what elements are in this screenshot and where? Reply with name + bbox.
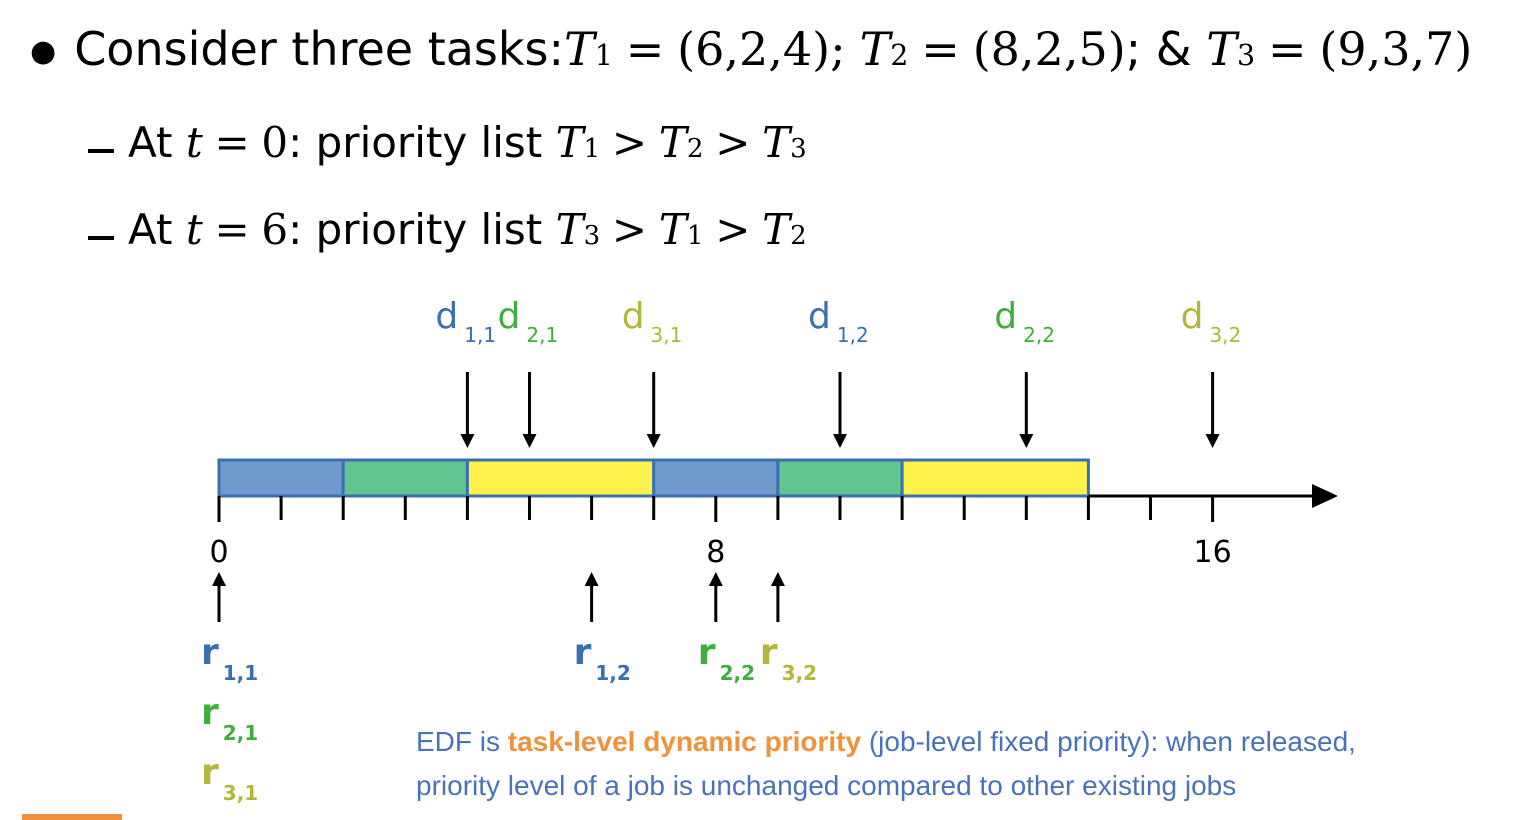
- edf-note: EDF is task-level dynamic priority (job-…: [416, 720, 1516, 808]
- deadline-label-1-1: d 1,1: [435, 296, 496, 347]
- tick-label-16: 16: [1194, 535, 1232, 570]
- release-job-index: 2,2: [720, 661, 755, 685]
- release-job-index: 1,2: [595, 661, 630, 685]
- release-letter: r: [698, 632, 716, 673]
- release-arrowhead: [708, 572, 723, 586]
- time-axis-arrow: [1312, 484, 1338, 508]
- deadline-letter: d: [808, 296, 831, 337]
- deadline-job-index: 3,1: [651, 323, 683, 347]
- release-label-1-2: r 1,2: [574, 632, 631, 685]
- release-job-index: 3,2: [782, 661, 817, 685]
- release-label-3-2: r 3,2: [760, 632, 817, 685]
- deadline-job-index: 2,1: [526, 323, 558, 347]
- deadline-label-2-1: d 2,1: [498, 296, 559, 347]
- note-line-2: priority level of a job is unchanged com…: [416, 770, 1237, 801]
- tick-label-8: 8: [706, 535, 725, 570]
- schedule-block-task-2: [341, 458, 469, 498]
- note-part-1: EDF is: [416, 726, 508, 757]
- deadline-arrowhead: [646, 434, 661, 448]
- release-job-index: 1,1: [223, 661, 258, 685]
- release-letter: r: [201, 632, 219, 673]
- release-letter: r: [201, 692, 219, 733]
- release-job-index: 3,1: [223, 781, 258, 805]
- note-line-1: EDF is task-level dynamic priority (job-…: [416, 720, 1516, 764]
- note-part-2: (job-level fixed priority): when release…: [861, 726, 1356, 757]
- schedule-block-task-1: [652, 458, 780, 498]
- release-letter: r: [201, 752, 219, 793]
- deadline-letter: d: [994, 296, 1017, 337]
- deadline-arrowhead: [460, 434, 475, 448]
- deadline-job-index: 2,2: [1023, 323, 1055, 347]
- deadline-letter: d: [435, 296, 458, 337]
- deadline-letter: d: [622, 296, 645, 337]
- tick-label-0: 0: [209, 535, 228, 570]
- deadline-arrowhead: [833, 434, 847, 448]
- deadline-arrowhead: [522, 434, 537, 448]
- schedule-block-task-2: [776, 458, 904, 498]
- release-job-index: 2,1: [223, 721, 258, 745]
- release-letter: r: [760, 632, 778, 673]
- schedule-block-task-3: [465, 458, 656, 498]
- release-label-3-1: r 3,1: [201, 752, 258, 805]
- deadline-label-3-1: d 3,1: [622, 296, 683, 347]
- deadline-label-1-2: d 1,2: [808, 296, 869, 347]
- deadline-job-index: 1,1: [464, 323, 496, 347]
- deadline-job-index: 3,2: [1209, 323, 1241, 347]
- deadline-label-2-2: d 2,2: [994, 296, 1055, 347]
- logo-fragment: [22, 814, 122, 820]
- release-arrowhead: [584, 572, 599, 586]
- deadline-arrowhead: [1019, 434, 1034, 448]
- deadline-arrowhead: [1205, 434, 1220, 448]
- deadline-label-3-2: d 3,2: [1181, 296, 1242, 347]
- deadline-letter: d: [1181, 296, 1204, 337]
- edf-schedule-timeline: 0 8 16d 1,1 d 2,1 d 3,1 d 1,2 d 2,2 d 3,2r 1,1r 2,1r 3,1…: [201, 296, 1338, 805]
- note-highlight: task-level dynamic priority: [507, 726, 862, 757]
- release-arrowhead: [770, 572, 785, 586]
- release-arrowhead: [212, 572, 226, 586]
- schedule-block-task-3: [900, 458, 1090, 498]
- release-label-1-1: r 1,1: [201, 632, 258, 685]
- schedule-block-task-1: [217, 458, 345, 498]
- deadline-letter: d: [498, 296, 521, 337]
- release-label-2-1: r 2,1: [201, 692, 258, 745]
- release-label-2-2: r 2,2: [698, 632, 755, 685]
- release-letter: r: [574, 632, 592, 673]
- deadline-job-index: 1,2: [837, 323, 869, 347]
